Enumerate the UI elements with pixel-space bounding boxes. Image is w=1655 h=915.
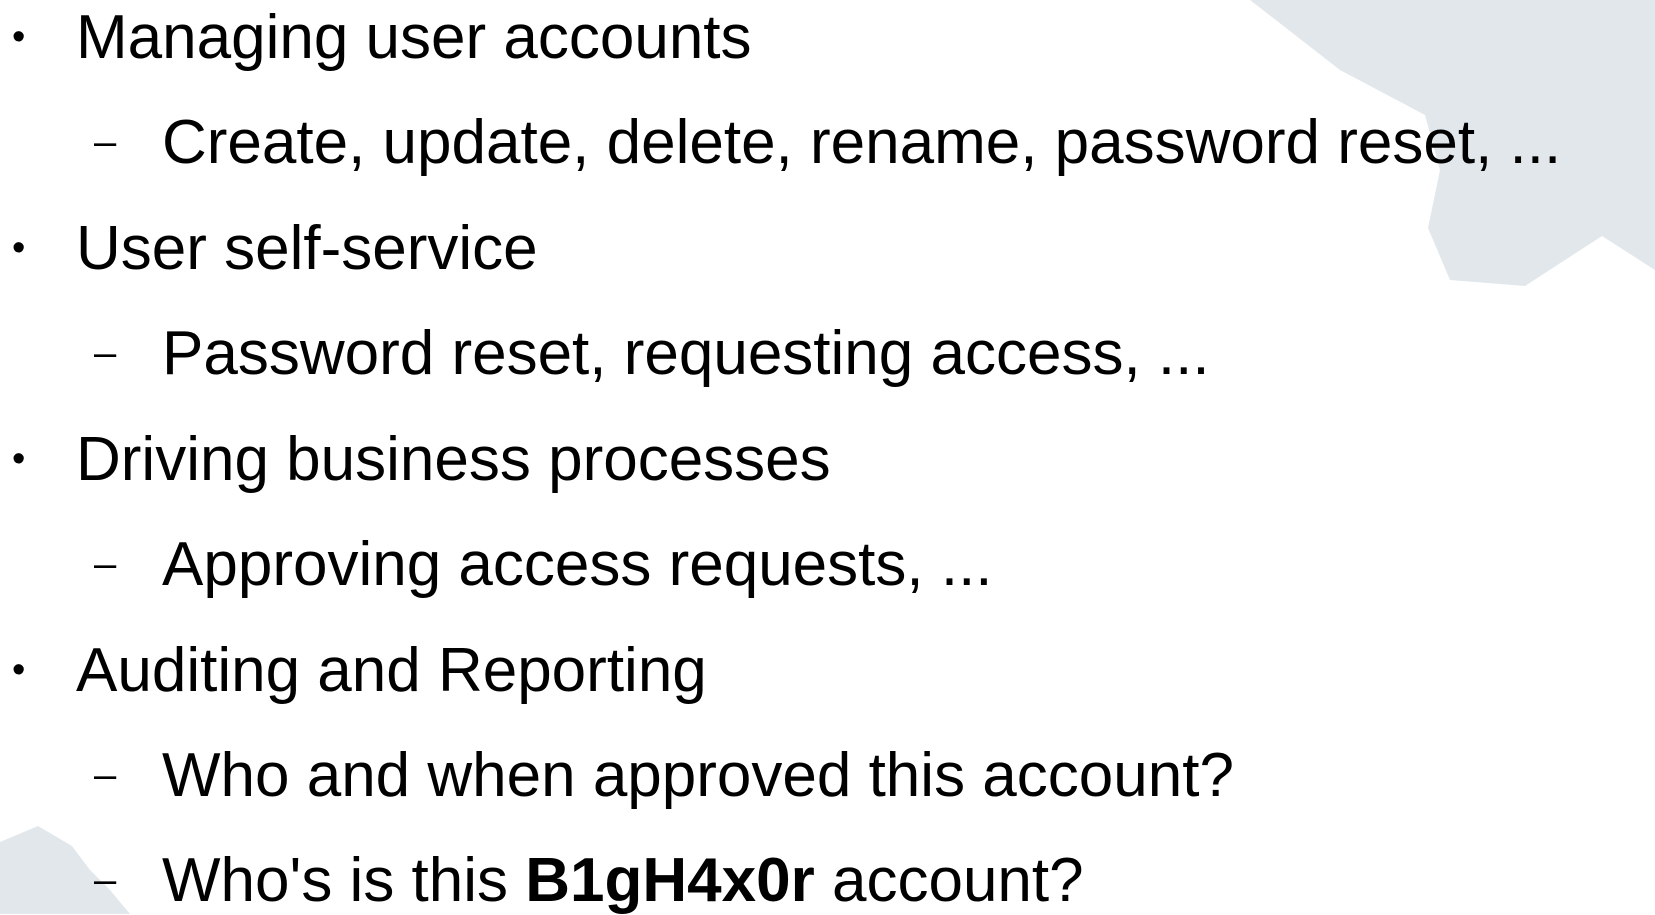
bullet-user-self-service: User self-service (76, 214, 538, 283)
sub-bullet-self-service-tasks: Password reset, requesting access, ... (162, 319, 1210, 388)
sub-bullet-account-operations: Create, update, delete, rename, password… (162, 108, 1562, 177)
slide-content: • Managing user accounts – Create, updat… (0, 0, 1655, 914)
bullet-glyph: • (12, 227, 26, 269)
dash-glyph: – (94, 542, 117, 586)
bullet-glyph: • (12, 438, 26, 480)
sub-bullet-who-approved: Who and when approved this account? (162, 741, 1234, 810)
dash-glyph: – (94, 858, 117, 902)
whose-account-prefix: Who's is this (162, 846, 526, 915)
bullet-glyph: • (12, 16, 26, 58)
dash-glyph: – (94, 753, 117, 797)
bullet-managing-user-accounts: Managing user accounts (76, 3, 752, 72)
dash-glyph: – (94, 120, 117, 164)
sub-bullet-approving-requests: Approving access requests, ... (162, 530, 993, 599)
sub-bullet-whose-account: Who's is this B1gH4x0r account? (162, 850, 1084, 912)
bullet-driving-business-processes: Driving business processes (76, 425, 831, 494)
bullet-auditing-and-reporting: Auditing and Reporting (76, 636, 707, 705)
whose-account-suffix: account? (814, 846, 1084, 915)
account-handle: B1gH4x0r (525, 846, 815, 915)
dash-glyph: – (94, 331, 117, 375)
bullet-glyph: • (12, 649, 26, 691)
